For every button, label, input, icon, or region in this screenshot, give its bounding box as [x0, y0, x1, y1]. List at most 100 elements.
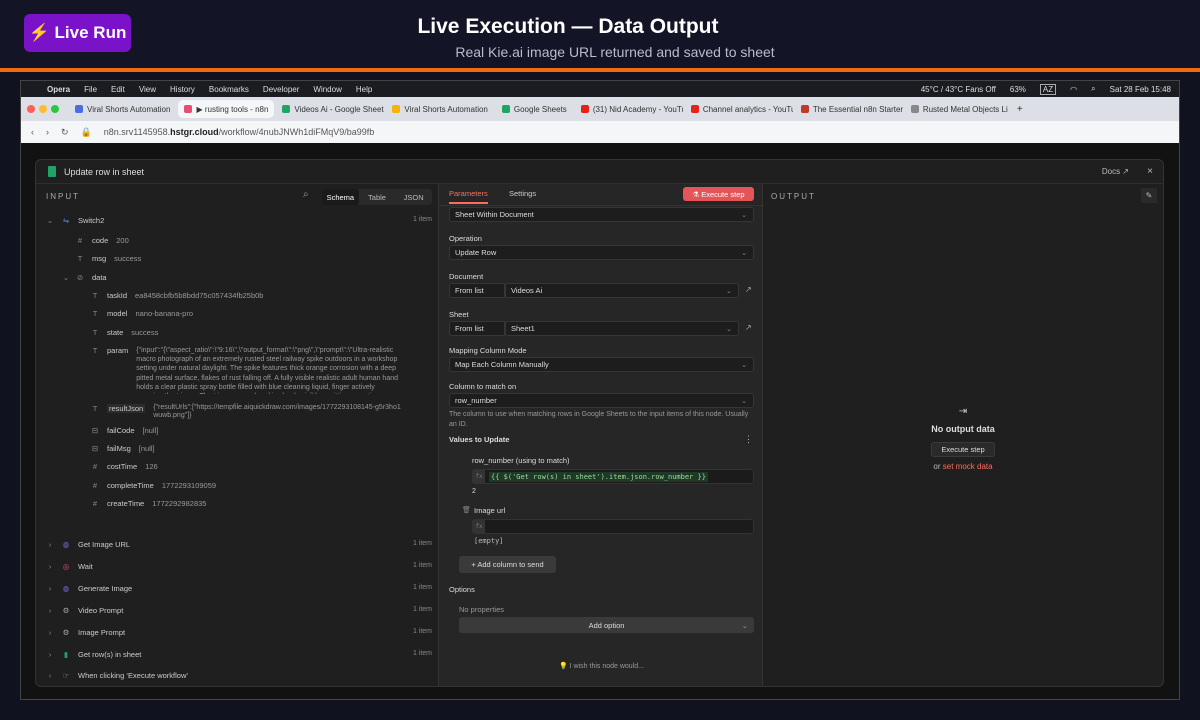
feedback-link[interactable]: 💡 I wish this node would...	[439, 662, 764, 670]
sheet-select[interactable]: Sheet1 ⌄	[505, 321, 739, 336]
node-title[interactable]: Update row in sheet	[64, 167, 144, 177]
menu-history[interactable]: History	[170, 85, 195, 94]
menu-window[interactable]: Window	[313, 85, 341, 94]
menu-help[interactable]: Help	[356, 85, 372, 94]
schema-field-taskId[interactable]: TtaskId ea8458cbfb5b8bdd75c057434fb25b0b	[91, 291, 264, 300]
reload-icon[interactable]: ↻	[61, 127, 69, 138]
schema-field-createTime[interactable]: # createTime 1772292982835	[91, 499, 207, 508]
document-mode-select[interactable]: From list	[449, 283, 505, 298]
schema-field-costTime[interactable]: # costTime 126	[91, 462, 158, 471]
new-tab-button[interactable]: +	[1017, 104, 1023, 115]
url[interactable]: n8n.srv1145958.hstgr.cloud/workflow/4nub…	[104, 127, 374, 137]
menu-view[interactable]: View	[139, 85, 156, 94]
chevron-right-icon[interactable]: ›	[46, 671, 54, 680]
row-number-expression[interactable]: fx{{ $('Get row(s) in sheet').item.json.…	[472, 469, 754, 484]
tree-node-switch2[interactable]: ⌄ ⇋ Switch2 1 item	[46, 216, 436, 225]
menu-bookmarks[interactable]: Bookmarks	[209, 85, 249, 94]
zoom-window-button[interactable]	[51, 105, 59, 113]
browser-tab[interactable]: The Essential n8n Starter	[795, 100, 903, 118]
schema-field-code[interactable]: # code 200	[76, 236, 129, 245]
battery-status[interactable]: 63%	[1010, 85, 1026, 94]
schema-field-param[interactable]: Tparam {"input":"{\"aspect_ratio\":\"9:16…	[91, 346, 398, 394]
browser-tab[interactable]: ▶ rusting tools - n8n	[178, 100, 275, 118]
wifi-icon[interactable]: ◠	[1070, 85, 1077, 94]
open-external-icon[interactable]: ↗	[745, 285, 752, 294]
menu-edit[interactable]: Edit	[111, 85, 125, 94]
input-source[interactable]: AZ	[1039, 83, 1057, 95]
menu-file[interactable]: File	[84, 85, 97, 94]
temperature-status[interactable]: 45°C / 43°C Fans Off	[921, 85, 996, 94]
view-json[interactable]: JSON	[395, 189, 432, 205]
resource-select[interactable]: Sheet Within Document ⌄	[449, 207, 754, 222]
forward-icon[interactable]: ›	[46, 127, 49, 137]
tree-node[interactable]: › ▮ Get row(s) in sheet 1 item	[46, 650, 436, 659]
tree-node[interactable]: › ◍ Generate Image 1 item	[46, 584, 436, 593]
minimize-window-button[interactable]	[39, 105, 47, 113]
image-url-expression[interactable]: fx	[472, 519, 754, 534]
chevron-right-icon[interactable]: ›	[46, 650, 54, 659]
output-execute-step-button[interactable]: Execute step	[931, 442, 995, 457]
browser-tab[interactable]: Rusted Metal Objects Li	[905, 100, 1013, 118]
schema-field-failMsg[interactable]: ⊟ failMsg [null]	[91, 444, 155, 453]
schema-field-data[interactable]: ⌄ ⊘ data	[63, 272, 115, 282]
row-number-result: 2	[472, 488, 476, 495]
node-name: When clicking ‘Execute workflow’	[78, 671, 189, 681]
browser-tab[interactable]: Viral Shorts Automation	[69, 100, 176, 118]
schema-field-msg[interactable]: Tmsg success	[76, 254, 142, 263]
tree-node[interactable]: › ⚙ Image Prompt 1 item	[46, 628, 436, 637]
schema-field-model[interactable]: Tmodel nano-banana-pro	[91, 309, 193, 318]
tree-node[interactable]: › ◎ Wait 1 item	[46, 562, 436, 571]
back-icon[interactable]: ‹	[31, 127, 34, 137]
open-external-icon[interactable]: ↗	[745, 323, 752, 332]
field-key: data	[92, 272, 107, 282]
docs-link[interactable]: Docs ↗	[1102, 167, 1129, 176]
browser-tab[interactable]: Videos Ai - Google Sheets	[276, 100, 384, 118]
chevron-right-icon[interactable]: ›	[46, 562, 54, 571]
more-options-icon[interactable]: ⋮	[744, 434, 753, 445]
view-schema[interactable]: Schema	[322, 189, 359, 205]
input-label: INPUT	[46, 192, 80, 201]
add-column-button[interactable]: + Add column to send	[459, 556, 556, 573]
search-icon[interactable]: ⌕	[1091, 84, 1095, 94]
set-mock-data-link[interactable]: set mock data	[943, 462, 993, 471]
chevron-right-icon[interactable]: ›	[46, 628, 54, 637]
chevron-down-icon[interactable]: ⌄	[62, 273, 70, 282]
type-icon: ⊟	[91, 425, 99, 435]
schema-field-completeTime[interactable]: # completeTime 1772293109059	[91, 481, 216, 490]
menu-opera[interactable]: Opera	[47, 85, 70, 94]
browser-tab[interactable]: Google Sheets	[496, 100, 573, 118]
trash-icon[interactable]: 🗑	[462, 506, 471, 514]
mapping-select[interactable]: Map Each Column Manually ⌄	[449, 357, 754, 372]
chevron-right-icon[interactable]: ›	[46, 606, 54, 615]
browser-tab[interactable]: (31) Nid Academy - YouTube	[575, 100, 683, 118]
menu-developer[interactable]: Developer	[263, 85, 299, 94]
tab-parameters[interactable]: Parameters	[449, 189, 488, 204]
schema-field-failCode[interactable]: ⊟ failCode [null]	[91, 425, 159, 435]
clock[interactable]: Sat 28 Feb 15:48	[1110, 85, 1171, 94]
lock-icon: 🔒	[80, 126, 92, 137]
close-window-button[interactable]	[27, 105, 35, 113]
schema-field-resultJson[interactable]: TresultJson {"resultUrls":["https://tempf…	[91, 403, 403, 420]
browser-tab[interactable]: Viral Shorts Automation	[386, 100, 493, 118]
search-icon[interactable]: ⌕	[303, 189, 309, 200]
type-icon: #	[92, 499, 98, 508]
tree-node[interactable]: › ☞ When clicking ‘Execute workflow’	[46, 671, 436, 680]
address-bar[interactable]: ‹ › ↻ 🔒 n8n.srv1145958.hstgr.cloud/workf…	[21, 121, 1179, 143]
execute-step-button[interactable]: ⚗ Execute step	[683, 187, 754, 201]
add-option-button[interactable]: Add option ⌄	[459, 617, 754, 633]
operation-select[interactable]: Update Row ⌄	[449, 245, 754, 260]
tab-settings[interactable]: Settings	[509, 189, 536, 198]
chevron-down-icon[interactable]: ⌄	[46, 216, 54, 225]
sheet-mode-select[interactable]: From list	[449, 321, 505, 336]
view-table[interactable]: Table	[359, 189, 396, 205]
tree-node[interactable]: › ◍ Get Image URL 1 item	[46, 540, 436, 549]
document-select[interactable]: Videos Ai ⌄	[505, 283, 739, 298]
match-column-select[interactable]: row_number ⌄	[449, 393, 754, 408]
tree-node[interactable]: › ⚙ Video Prompt 1 item	[46, 606, 436, 615]
browser-tab[interactable]: Channel analytics - YouTube	[685, 100, 793, 118]
schema-field-state[interactable]: Tstate success	[91, 328, 159, 337]
close-button[interactable]: ×	[1147, 166, 1153, 177]
chevron-right-icon[interactable]: ›	[46, 540, 54, 549]
edit-output-icon[interactable]: ✎	[1141, 188, 1157, 203]
chevron-right-icon[interactable]: ›	[46, 584, 54, 593]
